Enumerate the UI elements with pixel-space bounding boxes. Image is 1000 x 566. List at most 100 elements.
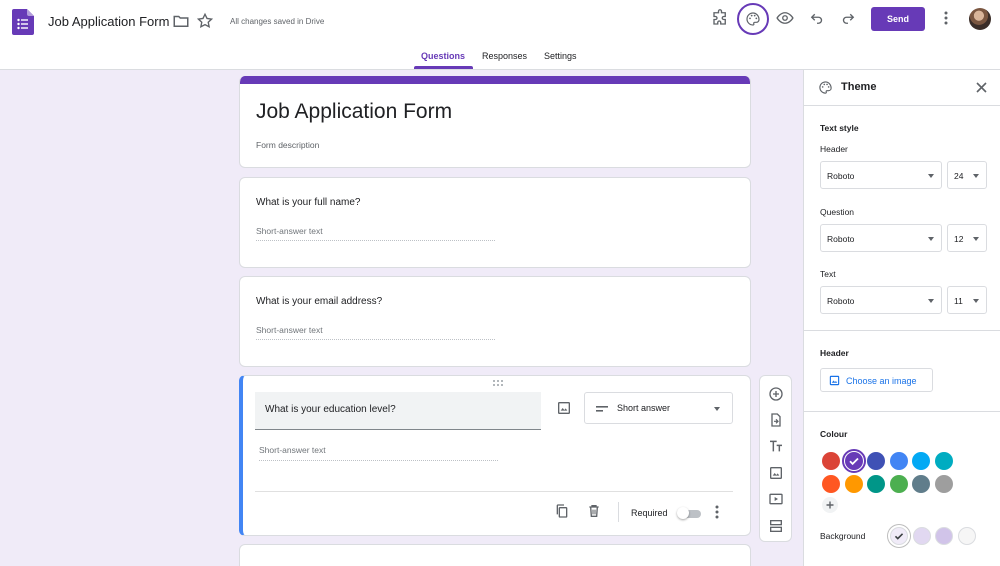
answer-underline: [259, 460, 498, 461]
palette-icon: [746, 12, 760, 26]
folder-icon[interactable]: [172, 12, 190, 30]
text-font-label: Text: [820, 269, 836, 279]
question-title: What is your email address?: [256, 296, 383, 307]
text-font-dropdown[interactable]: Roboto: [820, 286, 942, 314]
question-type-dropdown[interactable]: Short answer: [584, 392, 733, 424]
tab-settings[interactable]: Settings: [544, 51, 577, 61]
save-status: All changes saved in Drive: [230, 17, 325, 26]
send-button[interactable]: Send: [871, 7, 925, 31]
colour-swatch[interactable]: [867, 452, 885, 470]
close-icon[interactable]: [975, 81, 988, 94]
background-label: Background: [820, 531, 866, 541]
chevron-down-icon: [714, 407, 720, 411]
add-item-toolbar: [759, 375, 792, 542]
colour-swatch[interactable]: [934, 452, 953, 470]
header-font-dropdown[interactable]: Roboto: [820, 161, 942, 189]
short-answer-placeholder: Short-answer text: [259, 445, 326, 455]
import-questions-icon[interactable]: [768, 412, 784, 428]
add-question-icon[interactable]: [768, 386, 784, 402]
answer-underline: [256, 339, 495, 340]
question-card[interactable]: [239, 544, 751, 566]
duplicate-icon[interactable]: [554, 503, 570, 519]
theme-panel-title: Theme: [841, 81, 877, 93]
footer-vertical-divider: [618, 502, 619, 522]
add-image-icon[interactable]: [556, 400, 572, 416]
plus-icon: [826, 501, 834, 509]
more-vert-icon[interactable]: [939, 9, 953, 27]
panel-divider: [804, 411, 1000, 412]
star-icon[interactable]: [196, 12, 214, 30]
header-image-heading: Header: [820, 348, 849, 358]
chevron-down-icon: [973, 237, 979, 241]
chevron-down-icon: [973, 174, 979, 178]
question-card[interactable]: What is your email address? Short-answer…: [239, 276, 751, 367]
addon-puzzle-icon[interactable]: [711, 9, 729, 27]
form-title[interactable]: Job Application Form: [256, 100, 452, 124]
colour-swatch[interactable]: [889, 474, 908, 493]
redo-icon[interactable]: [839, 9, 857, 27]
question-size-dropdown[interactable]: 12: [947, 224, 987, 252]
text-size-dropdown[interactable]: 11: [947, 286, 987, 314]
add-custom-colour-button[interactable]: [822, 497, 838, 513]
avatar[interactable]: [969, 8, 991, 30]
question-font-label: Question: [820, 207, 855, 217]
background-swatch[interactable]: [957, 527, 976, 545]
top-bar: Job Application Form All changes saved i…: [0, 0, 1000, 70]
chevron-down-icon: [928, 174, 934, 178]
delete-icon[interactable]: [586, 503, 602, 519]
short-answer-placeholder: Short-answer text: [256, 226, 323, 236]
colour-swatch[interactable]: [822, 452, 840, 470]
form-title-card: Job Application Form Form description: [239, 76, 751, 168]
tab-responses[interactable]: Responses: [482, 51, 527, 61]
question-title-input[interactable]: What is your education level?: [255, 392, 541, 430]
colour-swatch[interactable]: [912, 474, 930, 493]
drag-handle-icon[interactable]: [491, 379, 505, 387]
add-section-icon[interactable]: [768, 518, 784, 534]
preview-eye-icon[interactable]: [776, 9, 794, 27]
background-swatch[interactable]: [935, 527, 953, 545]
undo-icon[interactable]: [808, 9, 826, 27]
accent-bar: [240, 76, 750, 84]
background-swatch[interactable]: [890, 527, 908, 545]
add-image-icon[interactable]: [768, 465, 784, 481]
colour-swatch[interactable]: [867, 474, 885, 493]
add-title-description-icon[interactable]: [768, 438, 784, 454]
customize-theme-button[interactable]: [737, 3, 769, 35]
colour-swatch[interactable]: [889, 452, 908, 470]
colour-swatch[interactable]: [844, 474, 863, 493]
theme-panel-header: Theme: [804, 70, 1000, 106]
header-size-dropdown[interactable]: 24: [947, 161, 987, 189]
text-style-heading: Text style: [820, 123, 859, 133]
document-title[interactable]: Job Application Form: [48, 14, 169, 29]
question-card[interactable]: What is your full name? Short-answer tex…: [239, 177, 751, 268]
question-type-label: Short answer: [617, 403, 671, 413]
active-question-card[interactable]: What is your education level? Short answ…: [239, 375, 751, 536]
required-label: Required: [631, 508, 668, 518]
chevron-down-icon: [973, 299, 979, 303]
footer-divider: [255, 491, 733, 492]
theme-panel: Theme Text style Header Roboto 24 Questi…: [803, 70, 1000, 566]
short-answer-icon: [596, 406, 608, 412]
active-tab-indicator: [414, 66, 473, 69]
add-video-icon[interactable]: [768, 491, 784, 507]
form-description-field[interactable]: Form description: [256, 140, 319, 150]
choose-image-button[interactable]: Choose an image: [820, 368, 933, 392]
required-toggle[interactable]: [677, 507, 703, 519]
chevron-down-icon: [928, 299, 934, 303]
colour-swatch[interactable]: [844, 452, 863, 470]
question-font-dropdown[interactable]: Roboto: [820, 224, 942, 252]
tab-questions[interactable]: Questions: [421, 51, 465, 61]
answer-underline: [256, 240, 495, 241]
colour-swatch[interactable]: [822, 474, 840, 493]
question-title: What is your full name?: [256, 197, 361, 208]
colour-swatch[interactable]: [934, 474, 953, 493]
forms-app-icon[interactable]: [12, 9, 34, 35]
colour-swatch[interactable]: [912, 452, 930, 470]
palette-icon: [819, 81, 832, 94]
background-swatch[interactable]: [912, 527, 931, 545]
colour-heading: Colour: [820, 429, 848, 439]
header-font-label: Header: [820, 144, 848, 154]
chevron-down-icon: [928, 237, 934, 241]
short-answer-placeholder: Short-answer text: [256, 325, 323, 335]
more-options-icon[interactable]: [710, 504, 724, 520]
